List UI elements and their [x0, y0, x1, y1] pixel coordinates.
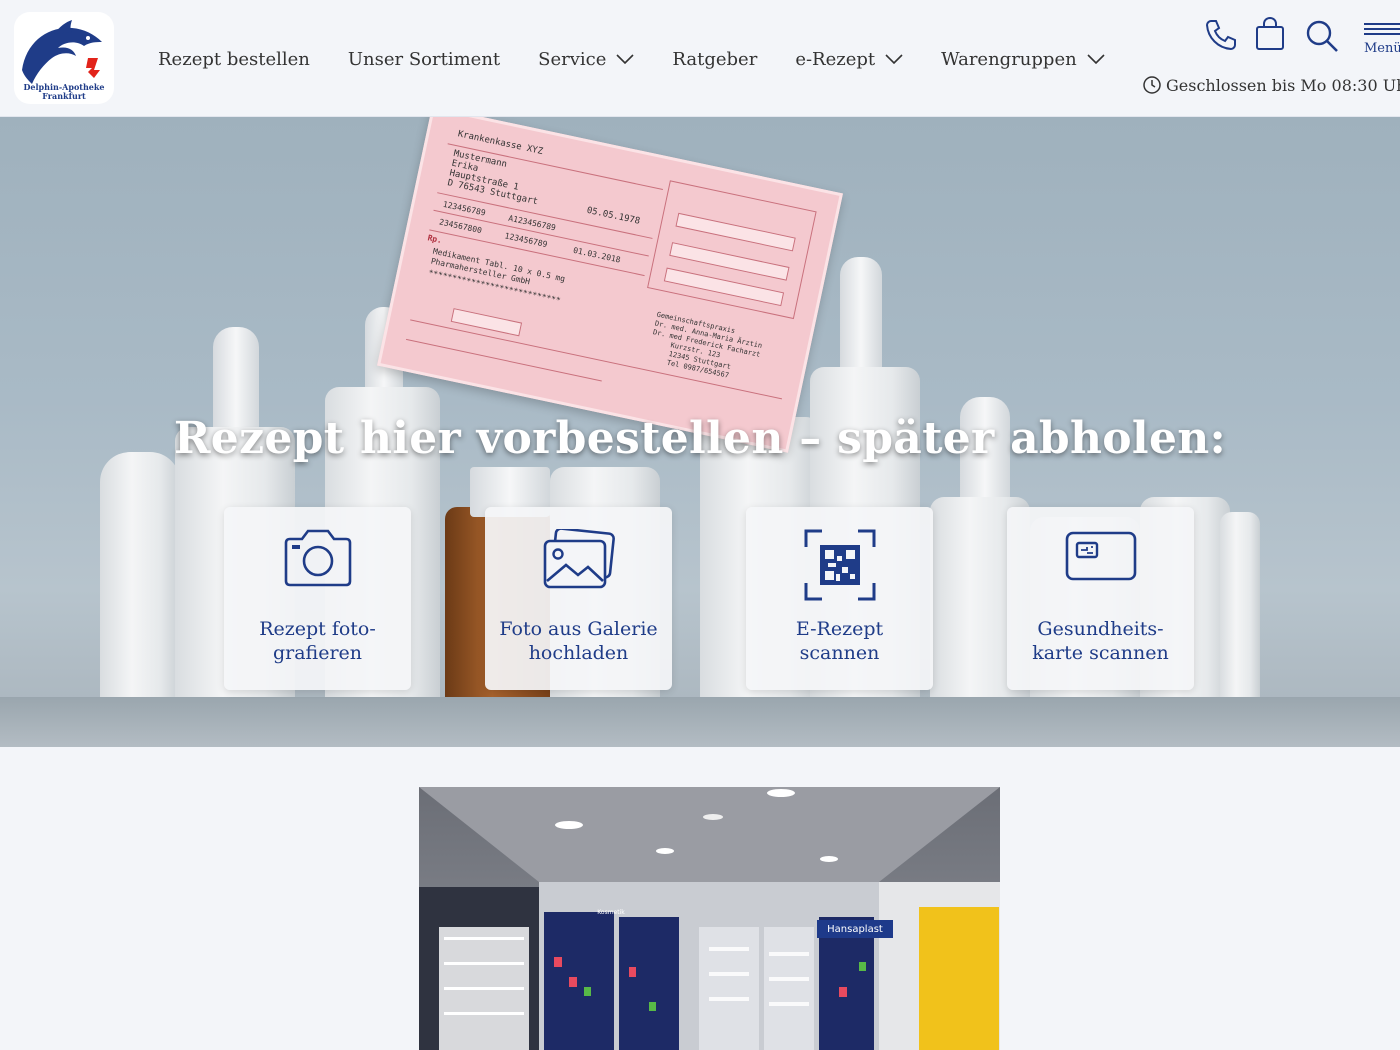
dolphin-logo-icon: Delphin-Apotheke Frankfurt	[14, 12, 114, 104]
nav-item-rezept-bestellen[interactable]: Rezept bestellen	[158, 49, 310, 70]
nav-item-label: Warengruppen	[941, 48, 1077, 70]
camera-icon	[284, 529, 351, 587]
card-label-line2: grafieren	[272, 642, 363, 664]
menu-button[interactable]: Menü	[1364, 22, 1400, 56]
store-sign-kosmetik: Kosmetik	[597, 909, 625, 916]
nav-item-unser-sortiment[interactable]: Unser Sortiment	[348, 49, 500, 70]
qr-scan-icon	[804, 529, 875, 601]
nav-item-label: Ratgeber	[672, 48, 758, 70]
card-label-line2: karte scannen	[1032, 642, 1169, 664]
card-scan-health-card[interactable]: Gesundheits-karte scannen	[1007, 507, 1194, 690]
card-label-line1: Foto aus Galerie	[499, 618, 658, 640]
hero-section: Krankenkasse XYZ Mustermann Erika Haupts…	[0, 117, 1400, 747]
hamburger-menu-icon	[1364, 23, 1400, 35]
chevron-down-icon	[1087, 54, 1105, 64]
nav-item-label: Service	[538, 48, 607, 70]
card-label-line1: Rezept foto-	[259, 618, 376, 640]
card-photograph-prescription[interactable]: Rezept foto-grafieren	[224, 507, 411, 690]
card-label-line1: Gesundheits-	[1037, 618, 1164, 640]
search-icon[interactable]	[1304, 18, 1340, 54]
nav-item-ratgeber[interactable]: Ratgeber	[672, 49, 757, 70]
health-card-icon	[1065, 531, 1136, 581]
nav-item-warengruppen[interactable]: Warengruppen	[941, 49, 1105, 70]
opening-hours[interactable]: Geschlossen bis Mo 08:30 Uhr	[1142, 75, 1400, 95]
chevron-down-icon	[616, 54, 634, 64]
nav-item-label: Rezept bestellen	[158, 48, 310, 70]
logo-text-line2: Frankfurt	[42, 91, 86, 101]
clock-icon	[1143, 76, 1161, 94]
shopping-bag-icon[interactable]	[1254, 17, 1286, 51]
phone-icon[interactable]	[1204, 18, 1238, 52]
rx-rp: Rp.	[426, 233, 443, 246]
nav-item-label: Unser Sortiment	[347, 48, 501, 70]
pharmacy-logo[interactable]: Delphin-Apotheke Frankfurt	[14, 12, 114, 104]
rx-dob: 05.05.1978	[585, 205, 641, 227]
nav-item-label: e-Rezept	[795, 48, 876, 70]
hero-title: Rezept hier vorbestellen – später abhole…	[173, 413, 1227, 464]
menu-label: Menü	[1364, 41, 1400, 56]
pharmacy-interior-illustration: Hansaplast Kosmetik	[419, 787, 1000, 1050]
card-label-line2: scannen	[799, 642, 880, 664]
nav-item-e-rezept[interactable]: e-Rezept	[795, 49, 903, 70]
pharmacy-interior-photo: Hansaplast Kosmetik	[419, 787, 1000, 1050]
card-scan-e-prescription[interactable]: E-Rezept scannen	[746, 507, 933, 690]
card-upload-from-gallery[interactable]: Foto aus Galerie hochladen	[485, 507, 672, 690]
card-label-line1: E-Rezept	[795, 618, 884, 640]
card-label-line2: hochladen	[528, 642, 629, 664]
nav-item-service[interactable]: Service	[538, 49, 634, 70]
main-nav: Rezept bestellen Unser Sortiment Service…	[158, 44, 1143, 74]
gallery-icon	[543, 529, 615, 589]
store-sign-hansaplast: Hansaplast	[827, 924, 883, 935]
chevron-down-icon	[885, 54, 903, 64]
opening-hours-text: Geschlossen bis Mo 08:30 Uhr	[1166, 75, 1400, 95]
prescription-form-image: Krankenkasse XYZ Mustermann Erika Haupts…	[377, 117, 843, 453]
site-header: Delphin-Apotheke Frankfurt Rezept bestel…	[0, 0, 1400, 117]
